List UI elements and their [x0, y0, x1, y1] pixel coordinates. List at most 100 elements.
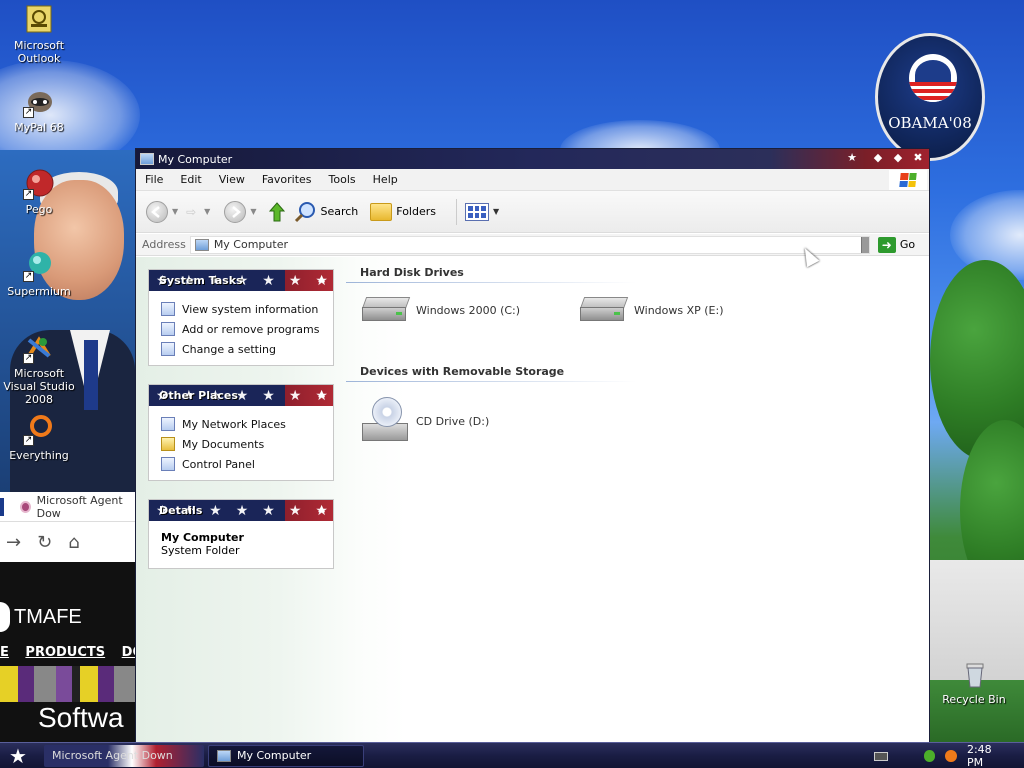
desktop-icon-label: Supermium — [7, 285, 71, 298]
home-icon[interactable]: ⌂ — [68, 532, 79, 553]
taskbar-button-label: My Computer — [237, 749, 312, 762]
mypal-icon: ↗ — [23, 86, 55, 118]
network-icon[interactable] — [923, 750, 936, 762]
group-divider — [346, 282, 636, 283]
toolbar: ▼ ⇨ ▼ ▼ Search Folders ▼ — [136, 191, 929, 233]
site-logo-icon — [0, 602, 10, 632]
details-pane: ★ ★ ★ ★ ★ ★ ★ Details ▲ My Computer System Fol… — [148, 499, 334, 569]
drive-label: Windows XP (E:) — [634, 303, 724, 317]
folder-icon — [370, 202, 393, 221]
control-panel-icon — [161, 342, 175, 356]
desktop-icon-label: MyPal 68 — [14, 121, 64, 134]
search-tray-icon[interactable] — [945, 750, 957, 762]
other-places-header[interactable]: ★ ★ ★ ★ ★ ★ ★ Other Places ▲ — [149, 385, 333, 406]
desktop-icon-outlook[interactable]: Microsoft Outlook — [1, 4, 77, 65]
control-panel-icon — [161, 457, 175, 471]
site-brand: TMAFE — [0, 602, 82, 632]
browser-tab[interactable]: Microsoft Agent Dow — [0, 492, 137, 522]
start-button[interactable]: ★ — [0, 743, 36, 768]
cd-drive-icon — [362, 397, 410, 445]
window-title: My Computer — [158, 152, 233, 166]
desktop-icon-pego[interactable]: ↗ Pego — [1, 168, 77, 216]
taskbar-button-label: Microsoft Agent Down — [52, 749, 173, 762]
folders-button[interactable]: Folders — [370, 202, 436, 221]
my-documents-link[interactable]: My Documents — [161, 434, 325, 454]
views-button[interactable] — [465, 202, 489, 221]
menu-edit[interactable]: Edit — [171, 173, 209, 186]
everything-icon: ↗ — [23, 414, 55, 446]
taskbar-button-my-computer[interactable]: My Computer — [208, 744, 364, 767]
system-info-icon — [161, 302, 175, 316]
drive-windows-2000[interactable]: Windows 2000 (C:) — [361, 297, 521, 323]
menu-bar: File Edit View Favorites Tools Help — [136, 169, 929, 191]
system-tasks-pane: ★ ★ ★ ★ ★ ★ ★ System Tasks ▲ View system infor… — [148, 269, 334, 366]
drive-cd-d[interactable]: CD Drive (D:) — [362, 397, 489, 445]
drive-windows-xp[interactable]: Windows XP (E:) — [579, 297, 724, 323]
my-network-places-link[interactable]: My Network Places — [161, 414, 325, 434]
desktop-icon-label: Microsoft Visual Studio 2008 — [3, 367, 75, 406]
up-folder-button[interactable] — [266, 201, 288, 223]
desktop-icon-label: Pego — [25, 203, 53, 216]
forward-dropdown-icon[interactable]: ▼ — [250, 207, 256, 216]
star-icon: ★ — [847, 151, 857, 164]
forward-button[interactable] — [224, 200, 247, 223]
recycle-bin-icon — [958, 658, 990, 690]
collapse-icon[interactable]: ▲ — [318, 389, 325, 399]
forward-icon[interactable]: → — [6, 532, 21, 553]
control-panel-link[interactable]: Control Panel — [161, 454, 325, 474]
system-tray: 2:48 PM — [873, 743, 1024, 768]
background-browser-window[interactable]: Microsoft Agent Dow → ↻ ⌂ TMAFE E PRODUC… — [0, 492, 137, 742]
desktop-icon-supermium[interactable]: ↗ Supermium — [1, 250, 77, 298]
my-computer-window[interactable]: My Computer ★ ◆ ◆ ✖ File Edit View Favor… — [135, 148, 930, 744]
obama-08-logo: OBAMA'08 — [875, 33, 985, 161]
supermium-icon: ↗ — [23, 250, 55, 282]
back-dropdown-icon[interactable]: ▼ — [172, 207, 178, 216]
go-arrow-icon: ➜ — [877, 236, 896, 253]
back-button[interactable] — [146, 200, 168, 223]
removable-storage-heading: Devices with Removable Storage — [360, 365, 565, 378]
desktop-icon-visual-studio[interactable]: ↗ Microsoft Visual Studio 2008 — [1, 332, 77, 406]
system-tasks-header[interactable]: ★ ★ ★ ★ ★ ★ ★ System Tasks ▲ — [149, 270, 333, 291]
network-places-icon — [161, 417, 175, 431]
collapse-icon[interactable]: ▲ — [318, 504, 325, 514]
windows-logo-icon — [889, 170, 927, 190]
site-heading: Softwa — [38, 702, 124, 733]
drive-label: Windows 2000 (C:) — [416, 303, 521, 317]
views-dropdown-icon[interactable]: ▼ — [493, 207, 499, 216]
menu-help[interactable]: Help — [364, 173, 406, 186]
keyboard-icon[interactable] — [873, 751, 888, 761]
dropdown-icon[interactable]: ▼ — [204, 207, 210, 216]
go-button[interactable]: ➜ Go — [877, 236, 915, 253]
add-remove-programs-link[interactable]: Add or remove programs — [161, 319, 325, 339]
desktop-icon-everything[interactable]: ↗ Everything — [1, 414, 77, 462]
menu-tools[interactable]: Tools — [320, 173, 364, 186]
search-button[interactable]: Search — [294, 201, 358, 223]
clock[interactable]: 2:48 PM — [967, 743, 1010, 768]
details-header[interactable]: ★ ★ ★ ★ ★ ★ ★ Details ▲ — [149, 500, 333, 521]
visual-studio-icon: ↗ — [23, 332, 55, 364]
reload-icon[interactable]: ↻ — [37, 532, 52, 553]
view-system-information-link[interactable]: View system information — [161, 299, 325, 319]
minimize-button[interactable]: ◆ — [871, 151, 885, 165]
menu-file[interactable]: File — [136, 173, 171, 186]
address-value: My Computer — [213, 238, 288, 251]
desktop-icon-recycle-bin[interactable]: Recycle Bin — [936, 658, 1012, 706]
address-field[interactable]: My Computer — [189, 235, 870, 254]
site-menu-item[interactable]: E — [0, 645, 9, 660]
my-computer-icon — [194, 238, 209, 251]
collapse-icon[interactable]: ▲ — [318, 274, 325, 284]
desktop-icon-mypal[interactable]: ↗ MyPal 68 — [1, 86, 77, 134]
desktop-icon-label: Everything — [9, 449, 69, 462]
title-bar[interactable]: My Computer ★ ◆ ◆ ✖ — [136, 149, 929, 169]
back-history-icon: ⇨ — [186, 204, 197, 219]
tab-favicon-icon — [19, 500, 31, 513]
close-button[interactable]: ✖ — [911, 151, 925, 165]
outlook-icon — [23, 4, 55, 36]
menu-view[interactable]: View — [210, 173, 253, 186]
site-menu-item[interactable]: PRODUCTS — [25, 645, 105, 660]
address-dropdown-button[interactable] — [860, 236, 869, 253]
maximize-button[interactable]: ◆ — [891, 151, 905, 165]
taskbar-button-browser[interactable]: Microsoft Agent Down — [44, 744, 204, 767]
change-setting-link[interactable]: Change a setting — [161, 339, 325, 359]
menu-favorites[interactable]: Favorites — [253, 173, 320, 186]
